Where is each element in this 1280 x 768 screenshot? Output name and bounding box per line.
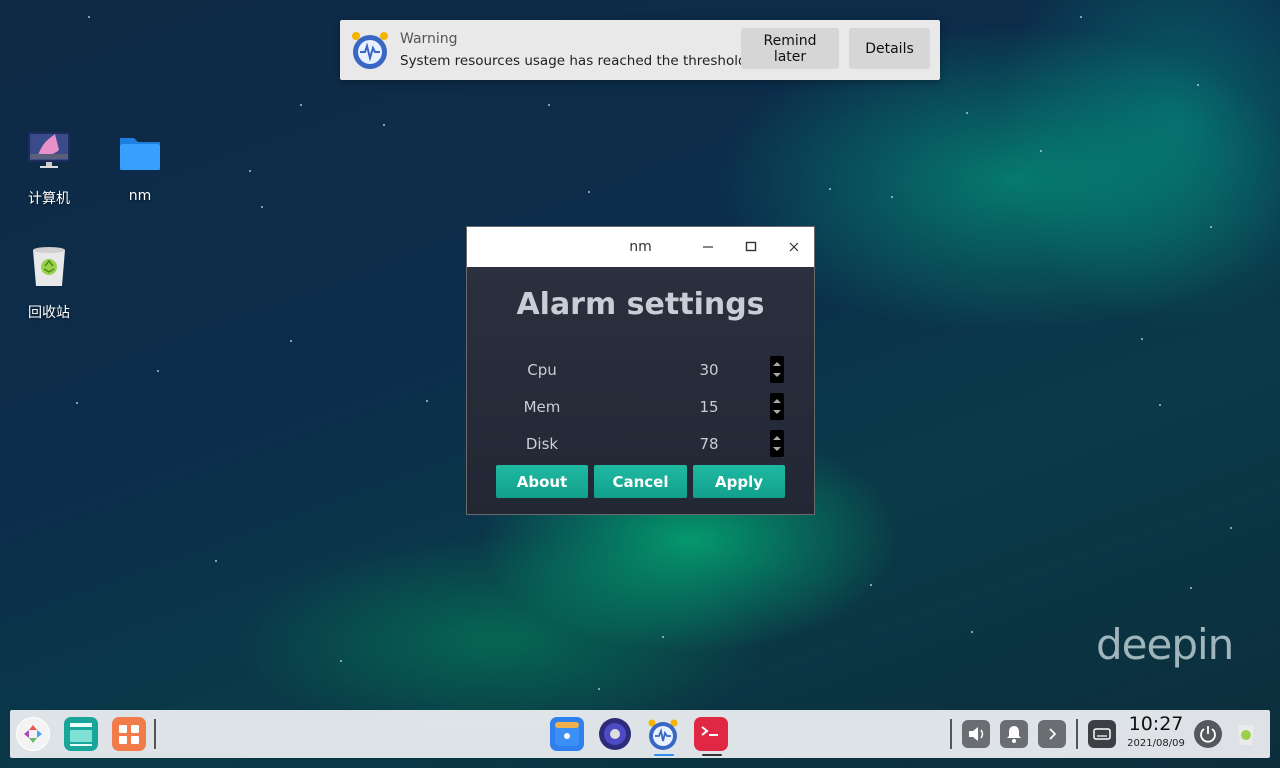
spin-up-icon[interactable]: [773, 436, 781, 440]
file-manager-icon[interactable]: [550, 717, 584, 751]
notification-title: Warning: [400, 31, 458, 47]
launcher-icon[interactable]: [16, 717, 50, 751]
cancel-button[interactable]: Cancel: [594, 465, 687, 498]
clock-date[interactable]: 2021/08/09: [1124, 738, 1188, 749]
folder-icon: [120, 138, 160, 170]
window-titlebar[interactable]: nm: [467, 227, 814, 267]
desktop-icon-trash[interactable]: 回收站: [9, 244, 89, 322]
trash-icon[interactable]: [1232, 720, 1260, 748]
monitor-app-icon[interactable]: [646, 717, 680, 751]
desktop-icon-label: 回收站: [28, 305, 70, 321]
spin-up-icon[interactable]: [773, 399, 781, 403]
details-button[interactable]: Details: [849, 28, 930, 69]
notification-message: System resources usage has reached the t…: [400, 53, 751, 69]
app-store-icon[interactable]: [112, 717, 146, 751]
disk-value[interactable]: 78: [649, 435, 769, 453]
dock-separator: [1076, 719, 1078, 749]
trash-icon: [33, 247, 65, 286]
spin-up-icon[interactable]: [773, 362, 781, 366]
dock-separator: [950, 719, 952, 749]
spin-down-icon[interactable]: [773, 373, 781, 377]
about-button[interactable]: About: [496, 465, 588, 498]
cpu-label: Cpu: [527, 361, 557, 379]
desktop-icon-label: 计算机: [28, 191, 70, 207]
remind-later-button[interactable]: Remind later: [741, 28, 839, 69]
keyboard-icon[interactable]: [1088, 720, 1116, 748]
minimize-icon[interactable]: [696, 235, 720, 259]
desktop-icon-label: nm: [128, 188, 152, 204]
spin-down-icon[interactable]: [773, 410, 781, 414]
notification-bell-icon[interactable]: [1000, 720, 1028, 748]
mem-label: Mem: [523, 398, 561, 416]
cpu-row: Cpu 30: [495, 356, 787, 384]
warning-notification: Warning System resources usage has reach…: [340, 20, 940, 80]
clock-time[interactable]: 10:27: [1128, 713, 1184, 735]
desktop-icon-computer[interactable]: 计算机: [9, 130, 89, 208]
cpu-stepper[interactable]: [770, 356, 784, 383]
apply-button[interactable]: Apply: [693, 465, 785, 498]
mem-value[interactable]: 15: [649, 398, 769, 416]
maximize-icon[interactable]: [739, 235, 763, 259]
terminal-icon[interactable]: [694, 717, 728, 751]
power-icon[interactable]: [1194, 720, 1222, 748]
cpu-value[interactable]: 30: [649, 361, 769, 379]
close-icon[interactable]: [782, 235, 806, 259]
mem-row: Mem 15: [495, 393, 787, 421]
multitasking-icon[interactable]: [64, 717, 98, 751]
dock-separator: [154, 719, 156, 749]
running-indicator: [702, 754, 722, 756]
running-indicator: [654, 754, 674, 756]
disk-label: Disk: [525, 435, 559, 453]
mem-stepper[interactable]: [770, 393, 784, 420]
alarm-settings-window: nm Alarm settings Cpu 30 Mem 15 Disk 78: [466, 226, 815, 515]
dock: 10:27 2021/08/09: [10, 710, 1270, 758]
page-title: Alarm settings: [516, 287, 765, 322]
deepin-watermark: deepin: [1096, 620, 1234, 669]
control-center-icon[interactable]: [598, 717, 632, 751]
monitor-app-icon: [352, 32, 388, 69]
volume-icon[interactable]: [962, 720, 990, 748]
spin-down-icon[interactable]: [773, 447, 781, 451]
disk-stepper[interactable]: [770, 430, 784, 457]
chevron-right-icon[interactable]: [1038, 720, 1066, 748]
window-content: Alarm settings Cpu 30 Mem 15 Disk 78 Abo…: [467, 267, 814, 514]
computer-icon: [28, 132, 70, 168]
desktop-icon-nm-folder[interactable]: nm: [100, 130, 180, 204]
disk-row: Disk 78: [495, 430, 787, 458]
